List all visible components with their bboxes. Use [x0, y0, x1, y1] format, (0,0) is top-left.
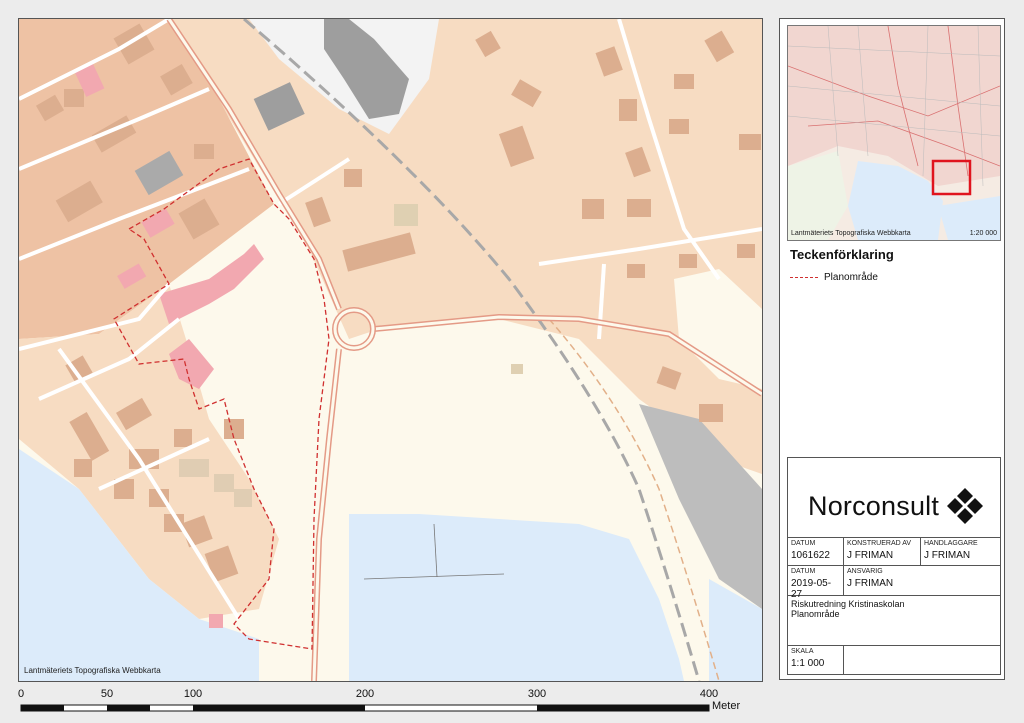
title-block: Norconsult DATUM 1061622 KONSTRUERAD AV: [787, 457, 1001, 675]
scale-tick-label: 50: [100, 688, 114, 700]
ansvarig-value: J FRIMAN: [847, 578, 894, 589]
skala-label: SKALA: [791, 648, 814, 655]
datum-cell: DATUM 1061622: [788, 538, 844, 565]
norconsult-diamond-icon: [947, 488, 984, 524]
ansvarig-cell: ANSVARIG J FRIMAN: [844, 566, 1002, 595]
legend-title: Teckenförklaring: [790, 247, 894, 262]
main-map[interactable]: Lantmäteriets Topografiska Webbkarta: [18, 18, 763, 682]
konstruerad-label: KONSTRUERAD AV: [847, 540, 912, 547]
datum-row: DATUM 1061622 KONSTRUERAD AV J FRIMAN HA…: [788, 538, 1000, 566]
scale-tick-label: 200: [355, 688, 375, 700]
project-subtitle: Planområde: [791, 609, 840, 619]
overview-scale: 1:20 000: [969, 230, 997, 237]
scale-unit: Meter: [712, 700, 741, 712]
handlaggare-cell: HANDLAGGARE J FRIMAN: [921, 538, 1002, 565]
ansvarig-row: DATUM 2019-05-27 ANSVARIG J FRIMAN: [788, 566, 1002, 600]
scale-bar: 0 50 100 200 300 400 Meter: [18, 684, 758, 720]
skala-row: SKALA 1:1 000: [788, 646, 1000, 674]
konstruerad-value: J FRIMAN: [847, 550, 894, 561]
handlaggare-label: HANDLAGGARE: [924, 540, 978, 547]
map-credit: Lantmäteriets Topografiska Webbkarta: [24, 666, 161, 675]
overview-canvas: [788, 26, 1000, 240]
map-canvas: [19, 19, 762, 681]
side-panel: Lantmäteriets Topografiska Webbkarta 1:2…: [779, 18, 1005, 680]
scale-tick-label: 300: [527, 688, 547, 700]
datum2-cell: DATUM 2019-05-27: [788, 566, 844, 600]
datum2-label: DATUM: [791, 568, 816, 575]
skala-cell: SKALA 1:1 000: [788, 646, 844, 674]
skala-value: 1:1 000: [791, 658, 825, 669]
project-title: Riskutredning Kristinaskolan: [791, 599, 905, 609]
scale-tick-label: 400: [699, 688, 719, 700]
legend-item-label: Planområde: [824, 272, 878, 283]
company-logo: Norconsult: [808, 486, 985, 526]
legend-dashed-line-icon: [790, 277, 818, 278]
overview-map[interactable]: Lantmäteriets Topografiska Webbkarta 1:2…: [787, 25, 1001, 241]
scale-tick-label: 0: [17, 688, 25, 700]
overview-credit: Lantmäteriets Topografiska Webbkarta: [791, 230, 911, 237]
company-name: Norconsult: [808, 490, 940, 521]
datum-value: 1061622: [791, 550, 830, 561]
ansvarig-label: ANSVARIG: [847, 568, 883, 575]
scale-tick-label: 100: [183, 688, 203, 700]
konstruerad-cell: KONSTRUERAD AV J FRIMAN: [844, 538, 921, 565]
logo-row: Norconsult: [788, 458, 1000, 538]
datum-label: DATUM: [791, 540, 816, 547]
project-row: Riskutredning Kristinaskolan Planområde: [788, 596, 1000, 646]
scale-bar-graphic: [20, 704, 710, 712]
handlaggare-value: J FRIMAN: [924, 550, 971, 561]
